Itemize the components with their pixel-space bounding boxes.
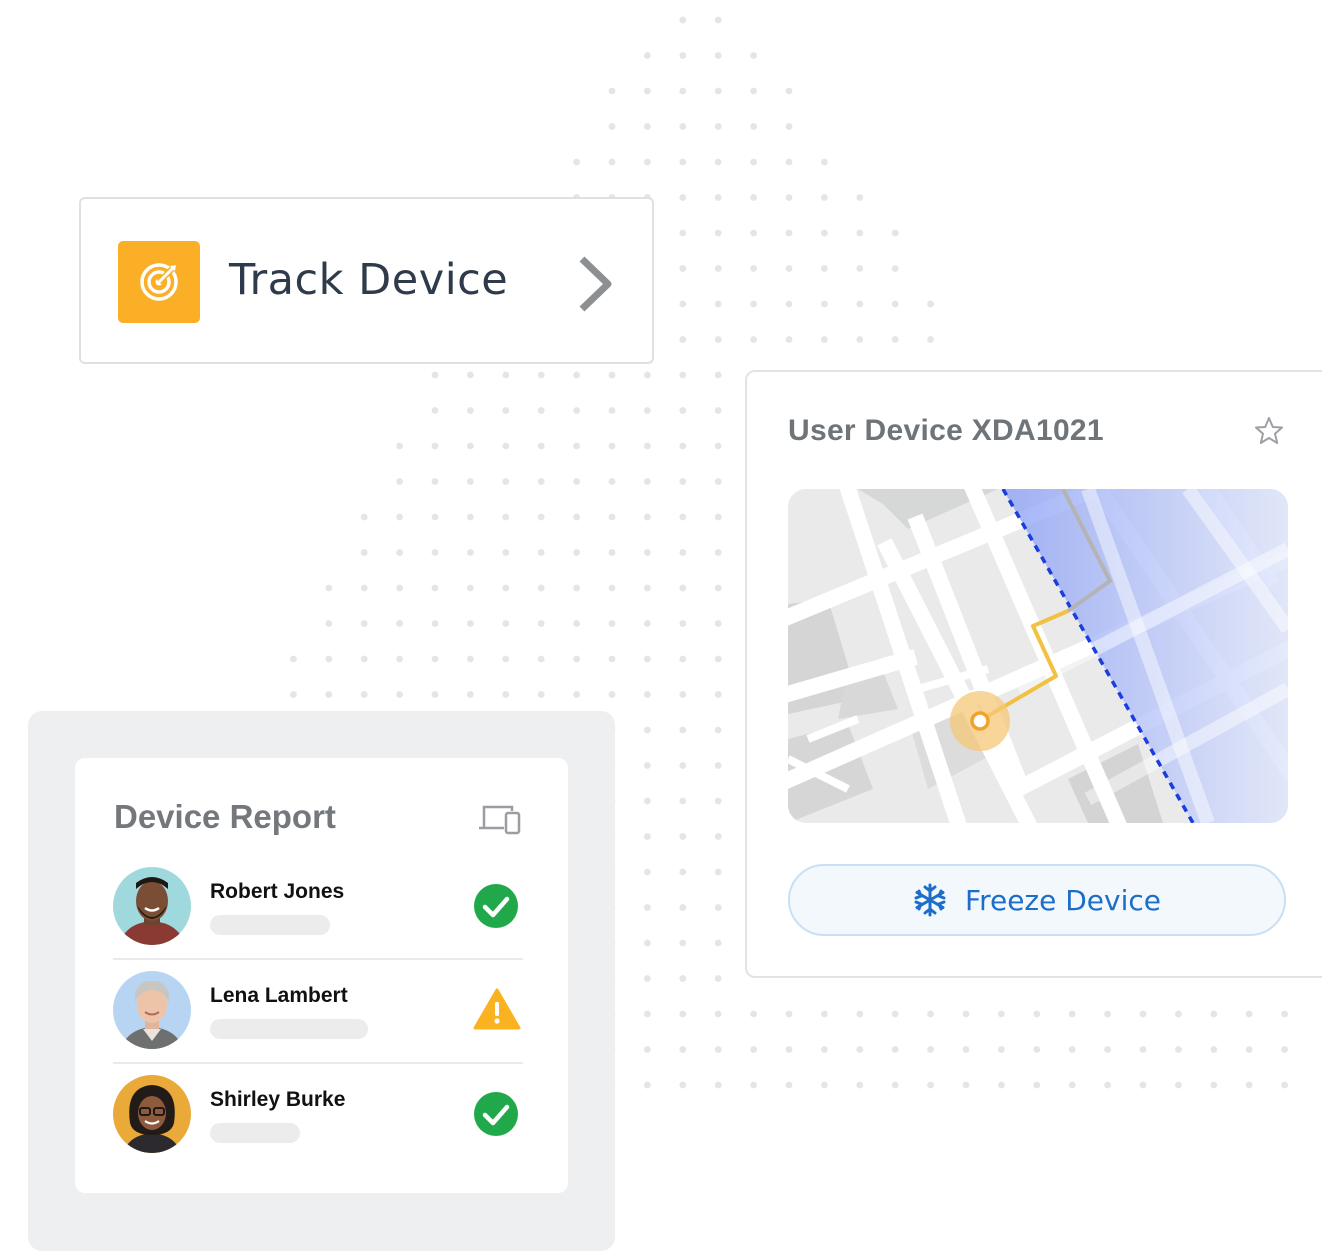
star-icon[interactable] (1254, 416, 1284, 446)
person-name: Robert Jones (210, 880, 345, 903)
person-name: Shirley Burke (210, 1088, 346, 1111)
avatar-robert-jones (113, 867, 191, 945)
row-divider (113, 1062, 523, 1064)
report-row-robert-jones[interactable]: Robert Jones (113, 866, 523, 969)
placeholder-bar (210, 915, 330, 935)
devices-icon (479, 805, 521, 835)
device-report-title: Device Report (114, 798, 336, 835)
chevron-right-icon (579, 256, 612, 312)
target-icon (118, 241, 200, 323)
device-report-panel: Device Report Robert Jones Lena Lambert … (28, 711, 615, 1251)
row-divider (113, 958, 523, 960)
report-row-lena-lambert[interactable]: Lena Lambert (113, 970, 523, 1073)
user-device-card: User Device XDA1021 Freeze Device (745, 370, 1322, 978)
freeze-device-label: Freeze Device (965, 883, 1161, 917)
avatar-lena-lambert (113, 971, 191, 1049)
avatar-shirley-burke (113, 1075, 191, 1153)
check-circle-icon (474, 884, 518, 928)
placeholder-bar (210, 1123, 300, 1143)
report-row-shirley-burke[interactable]: Shirley Burke (113, 1074, 523, 1177)
placeholder-bar (210, 1019, 368, 1039)
device-report-card: Device Report Robert Jones Lena Lambert … (75, 758, 568, 1193)
person-name: Lena Lambert (210, 984, 348, 1007)
check-circle-icon (474, 1092, 518, 1136)
snowflake-icon (914, 883, 946, 917)
track-device-card[interactable]: Track Device (79, 197, 654, 364)
device-title: User Device XDA1021 (788, 414, 1104, 447)
warning-icon (473, 988, 521, 1030)
track-device-label: Track Device (229, 255, 509, 305)
device-location-map[interactable] (788, 489, 1288, 823)
freeze-device-button[interactable]: Freeze Device (788, 864, 1286, 936)
